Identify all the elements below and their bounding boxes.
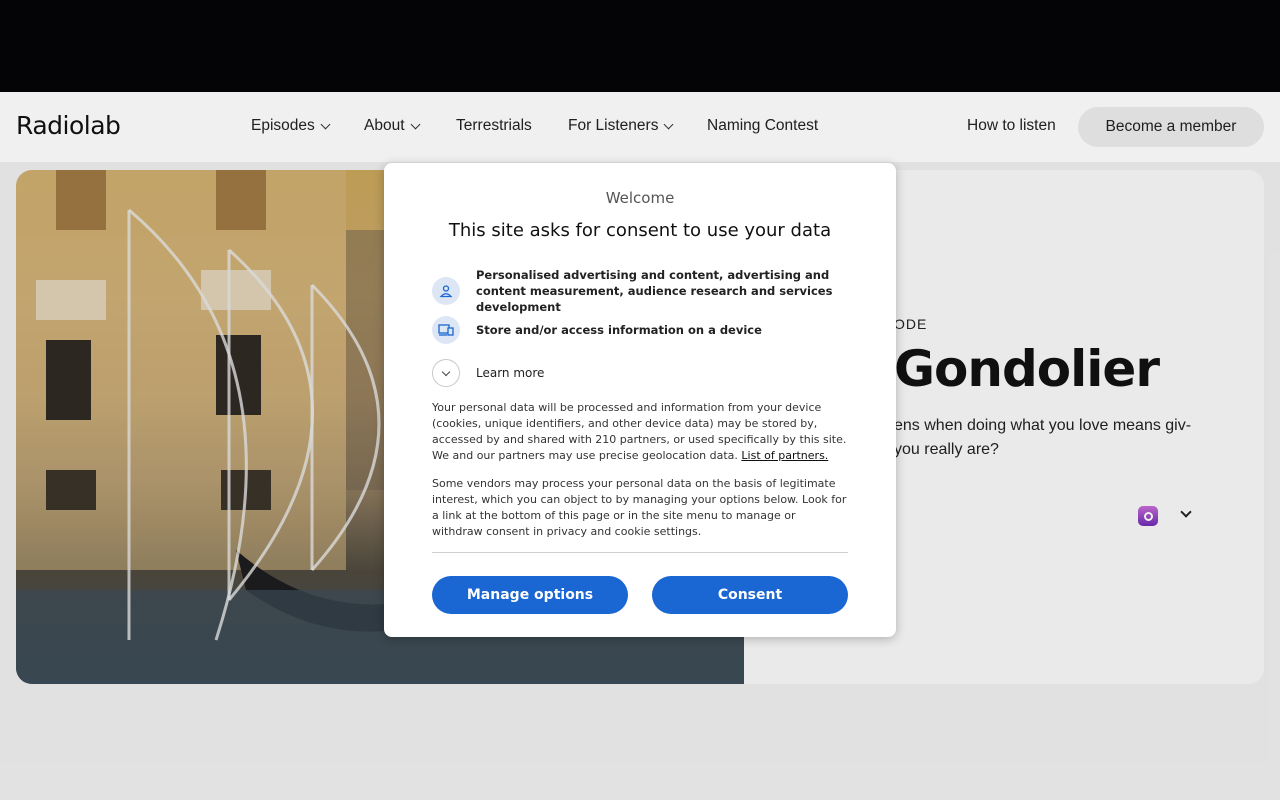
purpose-text: Personalised advertising and content, ad… [476,268,833,314]
purpose-advertising: Personalised advertising and content, ad… [432,267,836,315]
list-of-partners-link[interactable]: List of partners. [741,449,828,462]
consent-paragraph-2: Some vendors may process your personal d… [432,477,847,538]
purpose-text: Store and/or access information on a dev… [476,323,762,337]
purpose-storage: Store and/or access information on a dev… [432,316,836,344]
learn-more-toggle[interactable]: Learn more [432,359,544,387]
person-icon [432,277,460,305]
consent-welcome: Welcome [605,189,675,207]
learn-more-label: Learn more [476,366,545,380]
manage-options-button[interactable]: Manage options [432,576,628,614]
consent-dialog: Welcome This site asks for consent to us… [384,163,896,637]
consent-button[interactable]: Consent [652,576,848,614]
device-icon [432,316,460,344]
divider [432,552,848,553]
consent-paragraph-1: Your personal data will be processed and… [432,400,848,464]
chevron-down-icon[interactable] [432,359,460,387]
consent-title: This site asks for consent to use your d… [448,220,832,241]
